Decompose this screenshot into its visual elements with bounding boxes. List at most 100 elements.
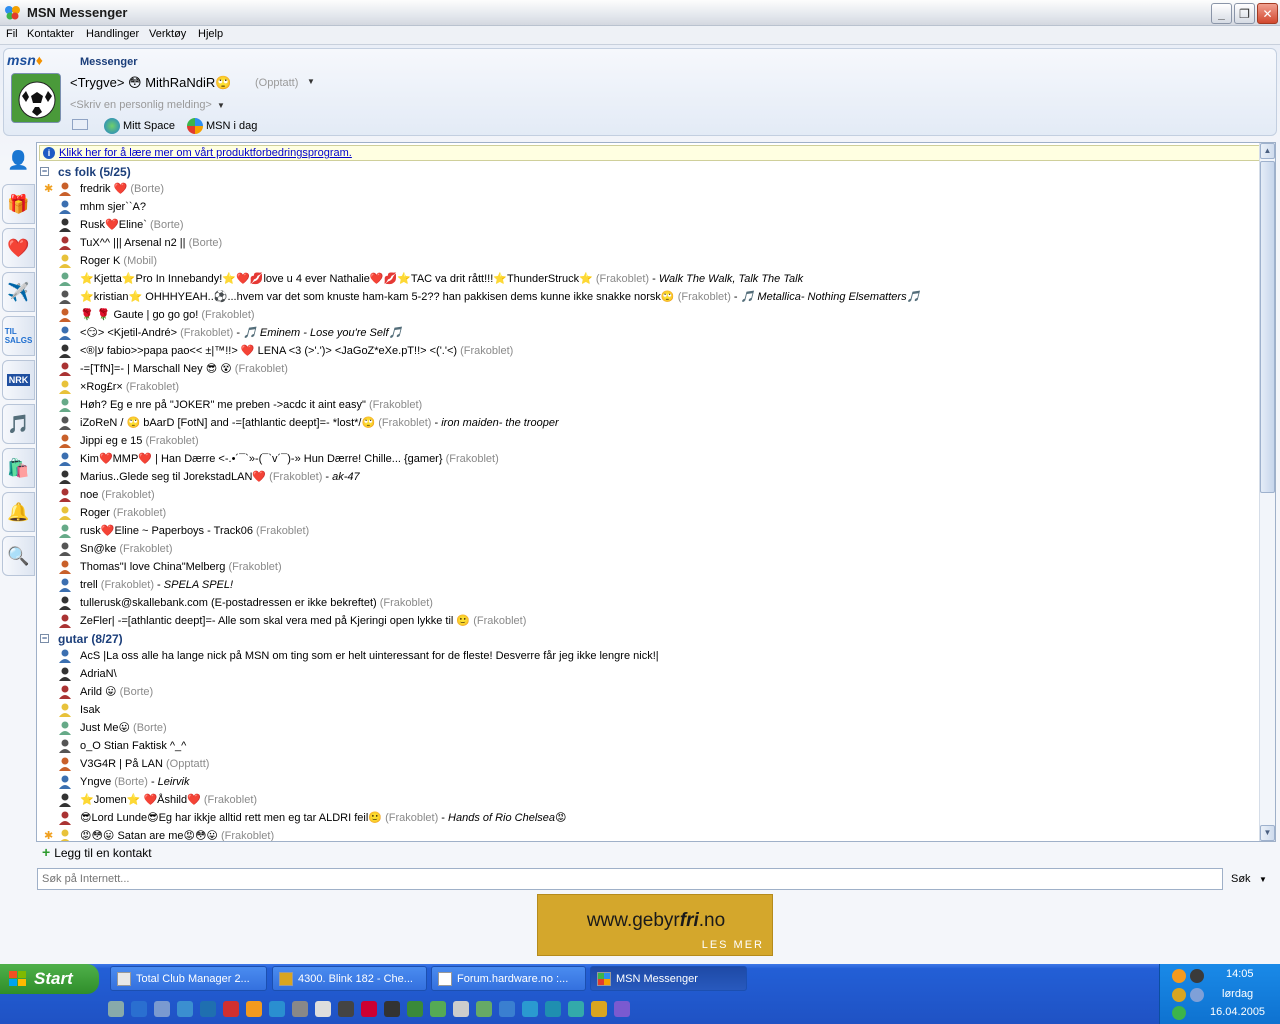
ad-banner[interactable]: www.gebyrfri.no LES MER [537, 894, 773, 956]
contact-row[interactable]: noe (Frakoblet) [37, 486, 1259, 504]
add-contact-link[interactable]: + Legg til en kontakt [42, 845, 152, 860]
contact-row[interactable]: TuX^^ ||| Arsenal n2 || (Borte) [37, 234, 1259, 252]
contact-row[interactable]: ZeFler| -=[athlantic deept]=- Alle som s… [37, 612, 1259, 630]
scroll-thumb[interactable] [1260, 161, 1275, 493]
quick-launch-icon[interactable] [338, 1001, 354, 1017]
contact-row[interactable]: AdriaN\ [37, 665, 1259, 683]
maximize-button[interactable]: ❐ [1234, 3, 1255, 24]
collapse-icon[interactable]: − [40, 634, 49, 643]
group-header[interactable]: − gutar (8/27) [37, 630, 1259, 648]
tab-dating[interactable]: ❤️ [2, 228, 35, 268]
start-button[interactable]: Start [0, 964, 99, 994]
contact-row[interactable]: V3G4R | På LAN (Opptatt) [37, 755, 1259, 773]
quick-launch-icon[interactable] [200, 1001, 216, 1017]
contact-row[interactable]: Just Me😛 (Borte) [37, 719, 1259, 737]
quick-launch-icon[interactable] [568, 1001, 584, 1017]
task-blink-182[interactable]: 4300. Blink 182 - Che... [272, 966, 427, 991]
personal-message-field[interactable]: <Skriv en personlig melding> [70, 99, 212, 111]
mail-icon[interactable] [72, 119, 88, 130]
quick-launch-icon[interactable] [246, 1001, 262, 1017]
menu-verktoy[interactable]: Verktøy [149, 28, 186, 40]
quick-launch-icon[interactable] [614, 1001, 630, 1017]
search-dropdown-icon[interactable]: ▼ [1259, 875, 1267, 884]
search-input[interactable] [37, 868, 1223, 890]
tab-music[interactable]: 🎵 [2, 404, 35, 444]
quick-launch-icon[interactable] [407, 1001, 423, 1017]
contact-row[interactable]: Marius..Glede seg til JorekstadLAN❤️ (Fr… [37, 468, 1259, 486]
quick-launch-icon[interactable] [591, 1001, 607, 1017]
contact-row[interactable]: <😏> <Kjetil-André> (Frakoblet) - 🎵 Emine… [37, 324, 1259, 342]
contact-row[interactable]: ✱ 😡😳😛 Satan are me😡😳😛 (Frakoblet) [37, 827, 1259, 841]
task-total-club-manager[interactable]: Total Club Manager 2... [110, 966, 267, 991]
scroll-down-icon[interactable]: ▼ [1260, 825, 1275, 841]
contact-row[interactable]: o_O Stian Faktisk ^_^ [37, 737, 1259, 755]
tray-winamp-icon[interactable] [1172, 988, 1186, 1002]
contact-row[interactable]: Sn@ke (Frakoblet) [37, 540, 1259, 558]
quick-launch-icon[interactable] [108, 1001, 124, 1017]
tray-firefox-icon[interactable] [1172, 969, 1186, 983]
contact-row[interactable]: ⭐kristian⭐ OHHHYEAH..⚽...hvem var det so… [37, 288, 1259, 306]
tab-gift[interactable]: 🎁 [2, 184, 35, 224]
task-forum-hardware[interactable]: Forum.hardware.no :... [431, 966, 586, 991]
contact-row[interactable]: <®|ע fabio>>papa pao<< ±|™!!> ❤️ LENA <3… [37, 342, 1259, 360]
contact-row[interactable]: ✱ fredrik ❤️ (Borte) [37, 180, 1259, 198]
status-dropdown-arrow-icon[interactable]: ▼ [307, 77, 315, 86]
contact-row[interactable]: Yngve (Borte) - Leirvik [37, 773, 1259, 791]
contact-list-scrollbar[interactable]: ▲ ▼ [1259, 143, 1275, 841]
contact-row[interactable]: Thomas"I love China"Melberg (Frakoblet) [37, 558, 1259, 576]
contacts-tab[interactable]: 👤 [2, 138, 35, 182]
contact-row[interactable]: tullerusk@skallebank.com (E-postadressen… [37, 594, 1259, 612]
contact-row[interactable]: iZoReN / 🙄 bAarD [FotN] and -=[athlantic… [37, 414, 1259, 432]
close-button[interactable]: ✕ [1257, 3, 1278, 24]
contact-row[interactable]: Arild 😛 (Borte) [37, 683, 1259, 701]
quick-launch-icon[interactable] [384, 1001, 400, 1017]
personal-message-dropdown-icon[interactable]: ▼ [217, 101, 225, 110]
improvement-program-link[interactable]: Klikk her for å lære mer om vårt produkt… [59, 147, 352, 159]
contact-row[interactable]: Kim❤️MMP❤️ | Han Dærre <-.•´¯`»-(¯`v´¯)-… [37, 450, 1259, 468]
tab-travel[interactable]: ✈️ [2, 272, 35, 312]
contact-row[interactable]: rusk❤️Eline ~ Paperboys - Track06 (Frako… [37, 522, 1259, 540]
quick-launch-icon[interactable] [223, 1001, 239, 1017]
contact-row[interactable]: Rusk❤️Eline` (Borte) [37, 216, 1259, 234]
tab-search[interactable]: 🔍 [2, 536, 35, 576]
status-text[interactable]: (Opptatt) [255, 77, 298, 89]
contact-row[interactable]: Isak [37, 701, 1259, 719]
quick-launch-icon[interactable] [269, 1001, 285, 1017]
quick-launch-icon[interactable] [361, 1001, 377, 1017]
display-name[interactable]: <Trygve> 😳 MithRaNdiR🙄 [70, 75, 231, 91]
contact-row[interactable]: trell (Frakoblet) - SPELA SPEL! [37, 576, 1259, 594]
menu-kontakter[interactable]: Kontakter [27, 28, 74, 40]
group-header[interactable]: − cs folk (5/25) [37, 163, 1259, 181]
contact-row[interactable]: Høh? Eg e nre på "JOKER" me preben ->acd… [37, 396, 1259, 414]
contact-row[interactable]: ⭐Kjetta⭐Pro In Innebandy!⭐❤️💋love u 4 ev… [37, 270, 1259, 288]
contact-row[interactable]: ×Rog£r× (Frakoblet) [37, 378, 1259, 396]
tab-shopping[interactable]: 🛍️ [2, 448, 35, 488]
menu-hjelp[interactable]: Hjelp [198, 28, 223, 40]
tab-nrk[interactable]: NRK [2, 360, 35, 400]
msn-i-dag-button[interactable]: MSN i dag [187, 118, 257, 134]
tray-network-icon[interactable] [1190, 988, 1204, 1002]
minimize-button[interactable]: _ [1211, 3, 1232, 24]
quick-launch-icon[interactable] [545, 1001, 561, 1017]
contact-row[interactable]: mhm sjer``A? [37, 198, 1259, 216]
contact-row[interactable]: Roger (Frakoblet) [37, 504, 1259, 522]
contact-row[interactable]: Roger K (Mobil) [37, 252, 1259, 270]
tab-til-salgs[interactable]: TIL SALGS [2, 316, 35, 356]
quick-launch-icon[interactable] [154, 1001, 170, 1017]
contact-row[interactable]: 😎Lord Lunde😎Eg har ikkje alltid rett men… [37, 809, 1259, 827]
avatar[interactable] [11, 73, 61, 123]
quick-launch-icon[interactable] [131, 1001, 147, 1017]
menu-fil[interactable]: Fil [6, 28, 18, 40]
quick-launch-icon[interactable] [499, 1001, 515, 1017]
tray-msn-icon[interactable] [1172, 1006, 1186, 1020]
menu-handlinger[interactable]: Handlinger [86, 28, 139, 40]
search-button[interactable]: Søk [1231, 873, 1251, 885]
contact-row[interactable]: Jippi eg e 15 (Frakoblet) [37, 432, 1259, 450]
quick-launch-icon[interactable] [315, 1001, 331, 1017]
collapse-icon[interactable]: − [40, 167, 49, 176]
contact-row[interactable]: -=[TfN]=- | Marschall Ney 😎 😵 (Frakoblet… [37, 360, 1259, 378]
quick-launch-icon[interactable] [430, 1001, 446, 1017]
tray-steam-icon[interactable] [1190, 969, 1204, 983]
task-msn-messenger[interactable]: MSN Messenger [590, 966, 747, 991]
quick-launch-icon[interactable] [522, 1001, 538, 1017]
